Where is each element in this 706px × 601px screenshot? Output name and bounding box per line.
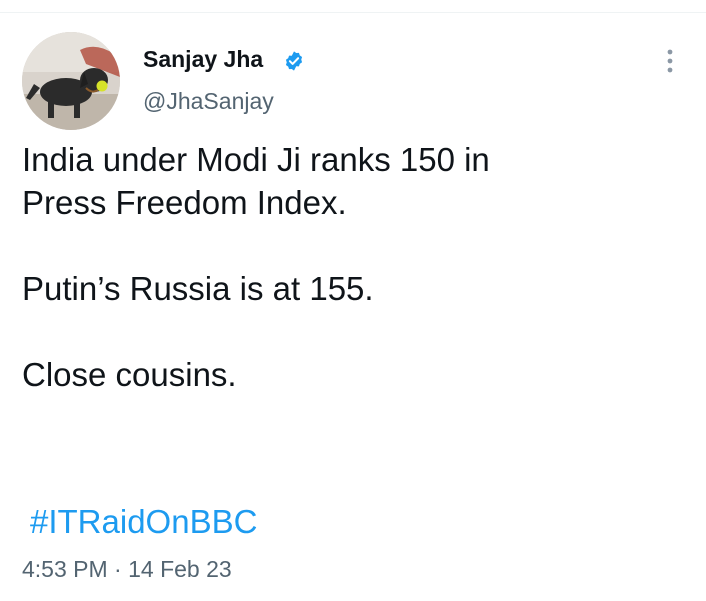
tweet-paragraph: India under Modi Ji ranks 150 in Press F… (22, 138, 682, 224)
tweet-text-line: Close cousins. (22, 356, 237, 393)
avatar[interactable] (22, 32, 120, 130)
tweet-text: India under Modi Ji ranks 150 in Press F… (22, 138, 682, 396)
avatar-photo (22, 32, 120, 130)
tweet-text-line: Press Freedom Index. (22, 184, 347, 221)
verified-badge-icon (285, 51, 303, 71)
author-handle[interactable]: @JhaSanjay (143, 88, 274, 115)
tweet-paragraph: Close cousins. (22, 353, 682, 396)
hashtag-link[interactable]: #ITRaidOnBBC (30, 500, 257, 543)
more-options-icon[interactable] (658, 46, 682, 76)
tweet-timestamp[interactable]: 4:53 PM · 14 Feb 23 (22, 556, 232, 583)
tweet-paragraph: Putin’s Russia is at 155. (22, 267, 682, 310)
tweet-text-line: Putin’s Russia is at 155. (22, 270, 374, 307)
tweet-text-line: India under Modi Ji ranks 150 in (22, 141, 490, 178)
author-name[interactable]: Sanjay Jha (143, 46, 263, 73)
top-divider (0, 12, 706, 13)
